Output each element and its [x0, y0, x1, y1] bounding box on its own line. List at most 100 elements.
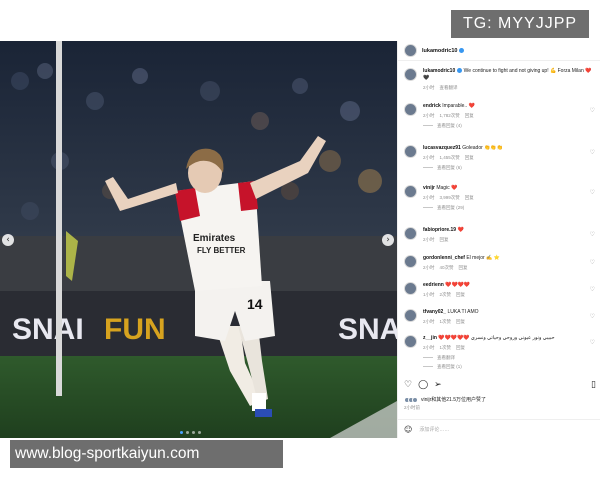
comment-reply[interactable]: 回复 — [456, 319, 465, 324]
avatar[interactable] — [404, 185, 417, 198]
verified-icon — [457, 68, 463, 74]
avatar[interactable] — [404, 255, 417, 268]
caption-time: 2小时 — [423, 85, 435, 90]
avatar[interactable] — [404, 335, 417, 348]
comment-reply[interactable]: 回复 — [465, 113, 474, 118]
comment-text: ❤️❤️❤️❤️ — [445, 282, 471, 288]
comment-reply[interactable]: 回复 — [456, 292, 465, 297]
comment-username[interactable]: lucasvazquez91 — [423, 145, 461, 151]
comment-text: Goleador 👏👏👏 — [462, 145, 503, 151]
board-text-right: SNA — [338, 313, 397, 346]
add-comment-bar[interactable]: ☺ 添加评论…… — [398, 419, 600, 438]
comment-reply[interactable]: 回复 — [440, 237, 449, 242]
screenshot-root: TG: MYYJJPP SNAI FUN SNA 14 Emirates FLY… — [0, 0, 600, 480]
heart-icon[interactable]: ♡ — [590, 231, 595, 238]
comment-text: Imparable.. ❤️ — [442, 103, 475, 109]
view-replies-link[interactable]: 查看回复 (29) — [423, 204, 593, 211]
svg-text:FLY BETTER: FLY BETTER — [197, 246, 246, 255]
watermark-top: TG: MYYJJPP — [451, 10, 589, 38]
comment-username[interactable]: fabiopriore.19 — [423, 227, 456, 233]
avatar[interactable] — [404, 282, 417, 295]
share-icon[interactable]: ➢ — [434, 380, 442, 390]
comment-text: ❤️❤️❤️❤️❤️ حبيبي ونور عيوني وروحي وحياتي… — [438, 335, 555, 341]
corner-flag-pole — [56, 41, 62, 396]
comment-likes: 1次赞 — [439, 319, 452, 324]
comment-username[interactable]: z__jin — [423, 335, 437, 341]
comment-time: 2小时 — [423, 155, 435, 160]
avatar[interactable] — [404, 44, 417, 57]
shorts-number: 14 — [247, 296, 263, 312]
heart-icon[interactable]: ♡ — [590, 339, 595, 346]
avatar — [412, 396, 418, 403]
carousel-dot — [186, 431, 189, 434]
comment-text: LUKA TI AMO — [447, 309, 479, 315]
avatar[interactable] — [404, 309, 417, 322]
watermark-bottom: www.blog-sportkaiyun.com — [10, 440, 283, 468]
comment-likes: 1,782次赞 — [439, 113, 460, 118]
header-username[interactable]: lukamodric10 — [422, 48, 457, 54]
comment-likes: 2次赞 — [439, 292, 452, 297]
comment-time: 2小时 — [423, 113, 435, 118]
carousel-indicator — [180, 431, 201, 434]
liked-by-summary[interactable]: vinijr和其他21.5万位用户赞了 — [404, 396, 486, 403]
avatar[interactable] — [404, 145, 417, 158]
heart-icon[interactable]: ♡ — [590, 189, 595, 196]
verified-icon — [459, 48, 465, 53]
comment-username[interactable]: tfvany02_ — [423, 309, 446, 315]
view-replies-link[interactable]: 查看回复 (6) — [423, 164, 593, 171]
photo-illustration: SNAI FUN SNA 14 Emirates FLY BETTER — [0, 41, 397, 438]
comment-text: Magic ❤️ — [436, 185, 458, 191]
board-text-mid: FUN — [104, 313, 166, 346]
comment-time: 1小时 — [423, 292, 435, 297]
avatar[interactable] — [404, 227, 417, 240]
comment-text: El mejor ✍️ ⭐ — [466, 255, 500, 261]
comment-time: 2小时 — [423, 237, 435, 242]
comment-likes: 40次赞 — [439, 265, 454, 270]
comment-likes: 1,455次赞 — [439, 155, 460, 160]
comment-username[interactable]: vinijr — [423, 185, 435, 191]
avatar[interactable] — [404, 103, 417, 116]
jersey-text: Emirates — [193, 233, 236, 244]
comment-reply[interactable]: 回复 — [459, 265, 468, 270]
comment-icon[interactable]: ◯ — [418, 380, 428, 390]
comment-likes: 1次赞 — [439, 345, 452, 350]
post-actions: ♡ ◯ ➢ ▯ — [404, 378, 596, 392]
carousel-dot — [198, 431, 201, 434]
post-header: lukamodric10 — [398, 41, 600, 61]
comment-time: 2小时 — [423, 319, 435, 324]
view-replies-link[interactable]: 查看回复 (1) — [423, 364, 462, 370]
bookmark-icon[interactable]: ▯ — [591, 380, 596, 390]
comment-username[interactable]: endrick — [423, 103, 441, 109]
caption-username[interactable]: lukamodric10 — [423, 68, 455, 74]
carousel-dot — [192, 431, 195, 434]
heart-icon[interactable]: ♡ — [590, 286, 595, 293]
comment-username[interactable]: eedrienn — [423, 282, 444, 288]
view-replies-link[interactable]: 查看回复 (4) — [423, 122, 593, 129]
comment-time: 2小时 — [423, 265, 435, 270]
translate-link[interactable]: 查看翻译 — [440, 85, 458, 90]
post-time: 2小时前 — [404, 405, 421, 410]
heart-icon[interactable]: ♡ — [590, 259, 595, 266]
post-side-panel: lukamodric10 lukamodric10 We continue to… — [397, 41, 600, 438]
view-replies-link[interactable]: 查看翻译 — [423, 354, 593, 361]
heart-icon[interactable]: ♡ — [590, 107, 595, 114]
comment-username[interactable]: gordonlenni_chef — [423, 255, 465, 261]
comment-likes: 3,999次赞 — [439, 195, 460, 200]
comment-reply[interactable]: 回复 — [465, 155, 474, 160]
previous-photo-icon[interactable]: ‹ — [2, 234, 14, 246]
carousel-dot — [180, 431, 183, 434]
emoji-icon[interactable]: ☺ — [404, 425, 412, 434]
post-photo[interactable]: SNAI FUN SNA 14 Emirates FLY BETTER ‹ › — [0, 41, 397, 438]
avatar[interactable] — [404, 68, 417, 81]
comment-time: 2小时 — [423, 195, 435, 200]
heart-icon[interactable]: ♡ — [404, 380, 412, 390]
comment-time: 2小时 — [423, 345, 435, 350]
comment-reply[interactable]: 回复 — [465, 195, 474, 200]
comment-reply[interactable]: 回复 — [456, 345, 465, 350]
add-comment-input[interactable]: 添加评论…… — [419, 426, 449, 433]
comment-text: ❤️ — [457, 227, 464, 233]
next-photo-icon[interactable]: › — [382, 234, 394, 246]
heart-icon[interactable]: ♡ — [590, 313, 595, 320]
heart-icon[interactable]: ♡ — [590, 149, 595, 156]
likes-text: vinijr和其他21.5万位用户赞了 — [421, 397, 487, 403]
